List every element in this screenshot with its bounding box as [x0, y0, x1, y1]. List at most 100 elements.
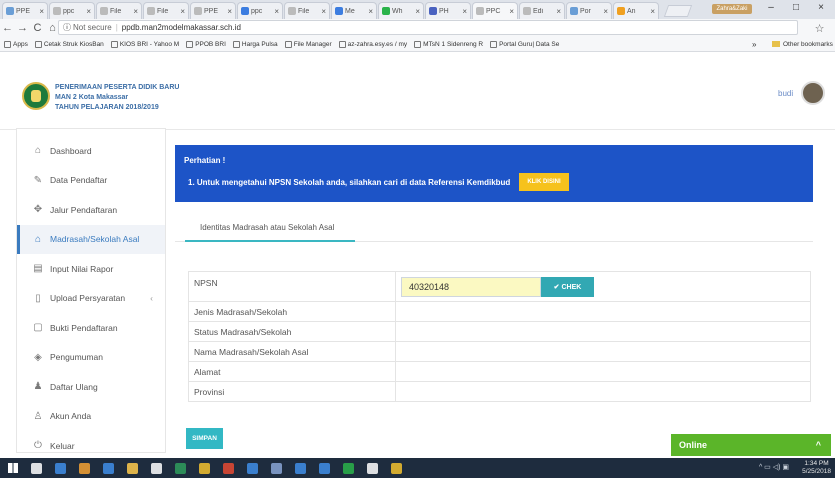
url-text[interactable]: ppdb.man2modelmakassar.sch.id	[122, 23, 241, 32]
field-value	[395, 361, 811, 382]
maximize-button[interactable]: □	[790, 2, 802, 13]
other-bookmarks[interactable]: Other bookmarks	[772, 41, 833, 48]
tab-close-icon[interactable]: ×	[650, 7, 655, 16]
table-row: Status Madrasah/Sekolah	[188, 321, 811, 342]
browser-tab[interactable]: File ×	[143, 2, 189, 19]
sidebar-item[interactable]: ✥ Jalur Pendaftaran	[17, 195, 165, 225]
browser-tab[interactable]: Edi ×	[519, 2, 565, 19]
bookmark-item[interactable]: PPOB BRI	[186, 40, 226, 48]
tab-title: ppc	[63, 7, 75, 15]
taskbar-app-icon[interactable]	[175, 462, 186, 474]
sidebar-item[interactable]: ▢ Bukti Pendaftaran	[17, 313, 165, 343]
taskbar-app-icon[interactable]	[391, 462, 402, 474]
taskbar-app-icon[interactable]	[343, 462, 354, 474]
sidebar-item[interactable]: ▤ Input Nilai Rapor	[17, 254, 165, 284]
sidebar-item[interactable]: ⌂ Dashboard	[17, 136, 165, 166]
browser-tab[interactable]: PPE ×	[2, 2, 48, 19]
taskbar-app-icon[interactable]	[319, 462, 330, 474]
taskbar-app-icon[interactable]	[79, 462, 90, 474]
username[interactable]: budi	[778, 89, 793, 98]
bookmark-item[interactable]: az-zahra.esy.es / my	[338, 40, 407, 48]
browser-tab[interactable]: Por ×	[566, 2, 612, 19]
profile-badge[interactable]: Zahra&Zaki	[712, 4, 752, 14]
browser-tab[interactable]: ppc ×	[49, 2, 95, 19]
bookmark-label: Portal Guru| Data Se	[499, 40, 560, 48]
bookmark-item[interactable]: Harga Pulsa	[232, 40, 278, 48]
taskbar-app-icon[interactable]	[271, 462, 282, 474]
save-button[interactable]: SIMPAN	[186, 428, 223, 449]
taskbar-app-icon[interactable]	[199, 462, 210, 474]
url-input[interactable]: ⓘ Not secure | ppdb.man2modelmakassar.sc…	[58, 20, 798, 35]
bookmark-item[interactable]: Apps	[4, 40, 28, 48]
klik-disini-button[interactable]: KLIK DISINI	[519, 173, 569, 191]
browser-tab[interactable]: ppc ×	[237, 2, 283, 19]
taskbar-app-icon[interactable]	[223, 462, 234, 474]
tab-close-icon[interactable]: ×	[180, 7, 185, 16]
header-school: MAN 2 Kota Makassar	[55, 94, 129, 101]
sidebar-item[interactable]: ♙ Akun Anda	[17, 402, 165, 432]
chevron-left-icon[interactable]: ‹	[150, 293, 153, 303]
avatar[interactable]	[801, 81, 825, 105]
sidebar-item[interactable]: ◈ Pengumuman	[17, 343, 165, 373]
browser-tab[interactable]: PH ×	[425, 2, 471, 19]
taskbar-app-icon[interactable]	[103, 462, 114, 474]
info-icon[interactable]: ⓘ	[63, 22, 71, 33]
tab-close-icon[interactable]: ×	[462, 7, 467, 16]
check-button[interactable]: ✔ CHEK	[541, 277, 594, 297]
sidebar-item[interactable]: ▯ Upload Persyaratan ‹	[17, 284, 165, 314]
taskbar-app-icon[interactable]	[367, 462, 378, 474]
tab-close-icon[interactable]: ×	[86, 7, 91, 16]
browser-tab[interactable]: File ×	[96, 2, 142, 19]
reload-icon[interactable]: C	[30, 22, 45, 34]
tab-close-icon[interactable]: ×	[415, 7, 420, 16]
npsn-input[interactable]: 40320148	[401, 277, 541, 297]
tab-close-icon[interactable]: ×	[321, 7, 326, 16]
sidebar-item-label: Daftar Ulang	[50, 381, 98, 392]
star-icon[interactable]: ☆	[812, 22, 827, 35]
forward-icon[interactable]: →	[15, 22, 30, 34]
browser-tab[interactable]: An ×	[613, 2, 659, 19]
tab-close-icon[interactable]: ×	[227, 7, 232, 16]
browser-tab[interactable]: PPE ×	[190, 2, 236, 19]
bookmark-icon	[490, 40, 498, 48]
browser-tab[interactable]: File ×	[284, 2, 330, 19]
taskbar-app-icon[interactable]	[55, 462, 66, 474]
sidebar-item[interactable]: ♟ Daftar Ulang	[17, 372, 165, 402]
taskbar-app-icon[interactable]	[31, 462, 42, 474]
bookmark-item[interactable]: Cetak Struk KiosBan	[34, 40, 104, 48]
online-chat-widget[interactable]: Online ^	[671, 434, 831, 456]
browser-tab[interactable]: PPC ×	[472, 2, 518, 19]
security-label: Not secure	[73, 23, 112, 32]
tab-title: PPE	[204, 7, 219, 15]
close-window-button[interactable]: ×	[815, 2, 827, 13]
taskbar-app-icon[interactable]	[127, 462, 138, 474]
clock[interactable]: 1:34 PM 5/25/2018	[802, 460, 831, 476]
new-tab-button[interactable]	[663, 5, 693, 17]
minimize-button[interactable]: –	[765, 2, 777, 13]
sidebar-item[interactable]: ⏻ Keluar	[17, 431, 165, 461]
chevron-up-icon[interactable]: ^	[816, 440, 821, 450]
tab-close-icon[interactable]: ×	[39, 7, 44, 16]
tab-close-icon[interactable]: ×	[133, 7, 138, 16]
bookmarks-overflow-button[interactable]: »	[752, 40, 756, 49]
browser-tab[interactable]: Me ×	[331, 2, 377, 19]
sidebar-item[interactable]: ⌂ Madrasah/Sekolah Asal	[17, 224, 165, 254]
tab-close-icon[interactable]: ×	[509, 7, 514, 16]
bookmark-item[interactable]: File Manager	[284, 40, 332, 48]
tab-close-icon[interactable]: ×	[274, 7, 279, 16]
bookmark-item[interactable]: MTsN 1 Sidenreng R	[414, 40, 483, 48]
taskbar-app-icon[interactable]	[247, 462, 258, 474]
windows-start-icon[interactable]	[8, 463, 18, 473]
bookmark-item[interactable]: KIOS BRI - Yahoo M	[110, 40, 179, 48]
tab-favicon-icon	[382, 7, 390, 15]
taskbar-app-icon[interactable]	[151, 462, 162, 474]
sidebar-item[interactable]: ✎ Data Pendaftar	[17, 166, 165, 196]
browser-tab[interactable]: Wh ×	[378, 2, 424, 19]
taskbar-app-icon[interactable]	[295, 462, 306, 474]
tab-close-icon[interactable]: ×	[368, 7, 373, 16]
tab-identitas[interactable]: Identitas Madrasah atau Sekolah Asal	[185, 218, 355, 242]
bookmark-item[interactable]: Portal Guru| Data Se	[490, 40, 560, 48]
tab-close-icon[interactable]: ×	[603, 7, 608, 16]
back-icon[interactable]: ←	[0, 22, 15, 34]
tab-close-icon[interactable]: ×	[556, 7, 561, 16]
